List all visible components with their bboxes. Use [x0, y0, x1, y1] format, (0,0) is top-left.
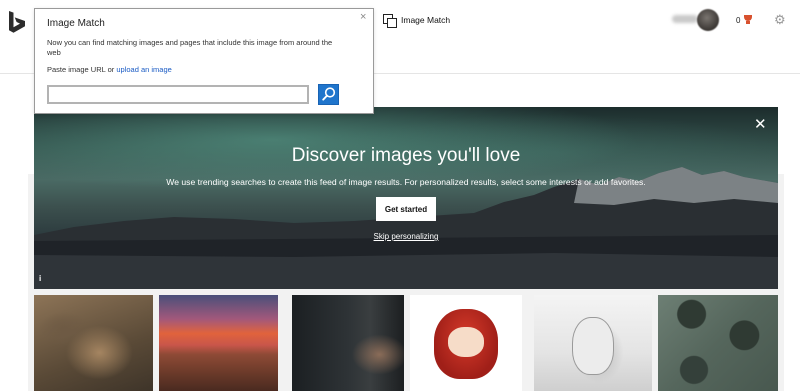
thumbnail-canyon-sunset[interactable] [159, 295, 278, 391]
image-match-link[interactable]: Image Match [383, 14, 451, 28]
skip-personalizing-container: Skip personalizing [34, 232, 778, 241]
close-icon[interactable]: × [360, 12, 366, 23]
trophy-icon [743, 15, 753, 25]
search-button[interactable] [318, 84, 339, 105]
popover-description: Now you can find matching images and pag… [47, 38, 333, 57]
get-started-button[interactable]: Get started [376, 197, 436, 221]
gear-icon[interactable]: ⚙ [774, 13, 786, 26]
hero-banner: ✕ Discover images you'll love We use tre… [34, 107, 778, 289]
image-match-popover: Image Match × Now you can find matching … [34, 8, 374, 114]
close-icon[interactable]: ✕ [754, 117, 767, 132]
thumbnail-anime-chibi[interactable] [410, 295, 522, 391]
page: Image Match 0 ⚙ Image Match × Now you ca… [0, 0, 800, 391]
hero-subtitle: We use trending searches to create this … [166, 177, 646, 187]
info-icon[interactable]: i [39, 274, 41, 283]
paste-instructions: Paste image URL or upload an image [47, 65, 172, 74]
upload-image-link[interactable]: upload an image [116, 65, 171, 74]
image-match-icon [383, 14, 397, 28]
thumbnail-man-portrait[interactable] [292, 295, 404, 391]
chibi-face [448, 327, 484, 357]
search-icon [322, 87, 336, 101]
rewards-points[interactable]: 0 [736, 15, 753, 25]
bing-logo-icon[interactable] [6, 10, 28, 34]
points-count: 0 [736, 15, 741, 25]
image-url-input[interactable] [47, 85, 309, 104]
paste-text: Paste image URL or [47, 65, 115, 74]
thumbnail-quokka[interactable] [34, 295, 153, 391]
popover-title: Image Match [47, 18, 105, 29]
image-match-label: Image Match [401, 15, 451, 25]
hero-title: Discover images you'll love [291, 145, 521, 166]
user-name-blurred[interactable] [672, 15, 698, 23]
avatar[interactable] [697, 9, 719, 31]
skip-personalizing-link[interactable]: Skip personalizing [374, 232, 439, 241]
portrait-face [572, 317, 614, 375]
thumbnail-mars-surface[interactable] [658, 295, 778, 391]
image-feed [34, 295, 778, 391]
thumbnail-woman-portrait[interactable] [534, 295, 652, 391]
